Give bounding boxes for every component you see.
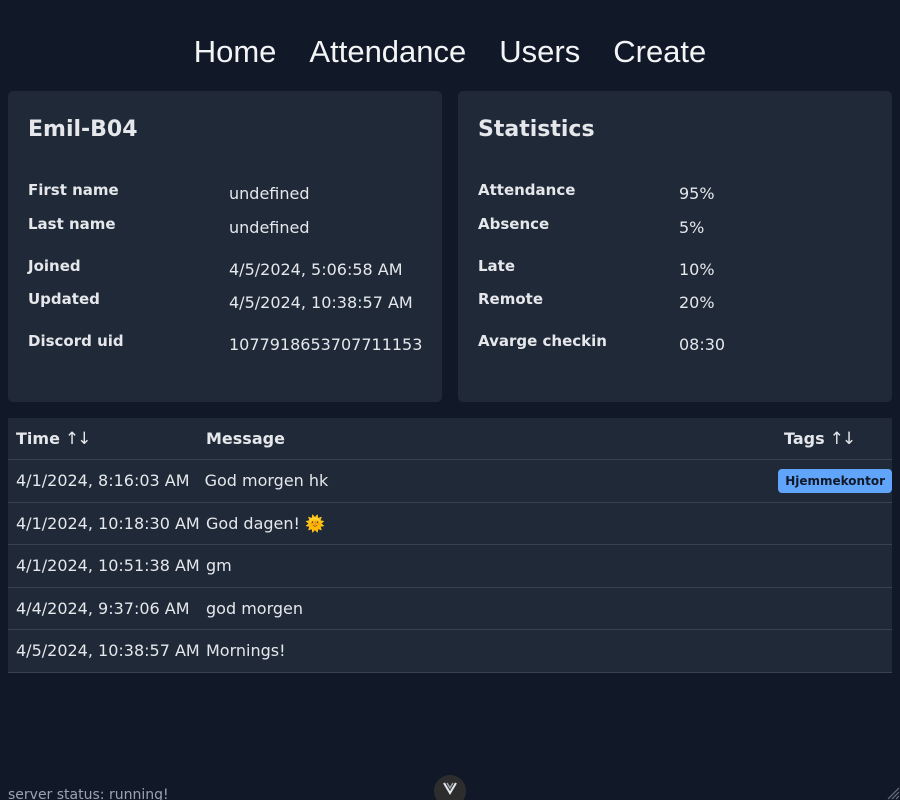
nav-users-link[interactable]: Users: [499, 30, 580, 74]
nav-home-link[interactable]: Home: [194, 30, 277, 74]
joined-value: 4/5/2024, 5:06:58 AM: [229, 260, 403, 279]
table-row: 4/5/2024, 10:38:57 AM Mornings!: [8, 630, 892, 673]
top-nav: Home Attendance Users Create: [0, 30, 900, 74]
message-header-label: Message: [206, 429, 285, 448]
row-time: 4/5/2024, 10:38:57 AM: [16, 641, 200, 661]
joined-label: Joined: [28, 257, 81, 275]
row-message: God dagen! 🌞: [206, 513, 325, 533]
row-message: Mornings!: [206, 641, 286, 661]
tags-sort-icon[interactable]: ↑↓: [830, 429, 856, 449]
first-name-label: First name: [28, 181, 119, 199]
row-tags: Hjemmekontor: [778, 468, 892, 493]
average-checkin-label: Avarge checkin: [478, 332, 607, 350]
discord-uid-value: 1077918653707711153: [229, 335, 423, 354]
table-row: 4/1/2024, 8:16:03 AM God morgen hk Hjemm…: [8, 460, 892, 503]
resize-grip-icon[interactable]: [886, 786, 900, 800]
discord-uid-label: Discord uid: [28, 332, 124, 350]
statistics-title: Statistics: [478, 117, 595, 142]
absence-value: 5%: [679, 218, 705, 237]
time-sort-icon[interactable]: ↑↓: [65, 429, 91, 449]
time-header-label: Time: [16, 428, 60, 448]
average-checkin-value: 08:30: [679, 335, 726, 354]
nav-attendance-link[interactable]: Attendance: [309, 30, 466, 74]
messages-table: Time ↑↓ Message Tags ↑↓ 4/1/2024, 8:16:03 …: [8, 418, 892, 673]
attendance-label: Attendance: [478, 181, 576, 199]
message-column-header: Message: [206, 429, 784, 448]
updated-value: 4/5/2024, 10:38:57 AM: [229, 293, 413, 312]
row-time: 4/1/2024, 10:51:38 AM: [16, 556, 200, 576]
row-time: 4/1/2024, 8:16:03 AM: [16, 471, 190, 491]
table-row: 4/1/2024, 10:51:38 AM gm: [8, 545, 892, 588]
nav-create-link[interactable]: Create: [613, 30, 706, 74]
first-name-value: undefined: [229, 184, 310, 203]
absence-label: Absence: [478, 215, 550, 233]
row-message: gm: [206, 556, 232, 576]
chevron-down-icon: [443, 782, 457, 795]
tag-badge[interactable]: Hjemmekontor: [778, 468, 892, 493]
last-name-value: undefined: [229, 218, 310, 237]
user-info-card: Emil-B04 First name undefined Last name …: [8, 91, 442, 402]
app-page: Home Attendance Users Create Emil-B04 Fi…: [0, 0, 900, 800]
remote-value: 20%: [679, 293, 715, 312]
last-name-label: Last name: [28, 215, 116, 233]
late-label: Late: [478, 257, 516, 275]
time-column-header[interactable]: Time ↑↓: [8, 429, 206, 449]
server-status-text: server status: running!: [8, 787, 169, 800]
table-row: 4/1/2024, 10:18:30 AM God dagen! 🌞: [8, 503, 892, 545]
user-title: Emil-B04: [28, 117, 138, 142]
table-header: Time ↑↓ Message Tags ↑↓: [8, 418, 892, 460]
tags-header-label: Tags: [784, 428, 825, 448]
table-row: 4/4/2024, 9:37:06 AM god morgen: [8, 588, 892, 630]
row-message: god morgen: [206, 598, 303, 618]
attendance-value: 95%: [679, 184, 715, 203]
remote-label: Remote: [478, 290, 544, 308]
late-value: 10%: [679, 260, 715, 279]
devtools-toggle-button[interactable]: [434, 775, 466, 800]
row-time: 4/4/2024, 9:37:06 AM: [16, 598, 190, 618]
row-time: 4/1/2024, 10:18:30 AM: [16, 513, 200, 533]
row-message: God morgen hk: [204, 471, 329, 491]
statistics-card: Statistics Attendance 95% Absence 5% Lat…: [458, 91, 892, 402]
updated-label: Updated: [28, 290, 100, 308]
tags-column-header[interactable]: Tags ↑↓: [784, 429, 892, 449]
